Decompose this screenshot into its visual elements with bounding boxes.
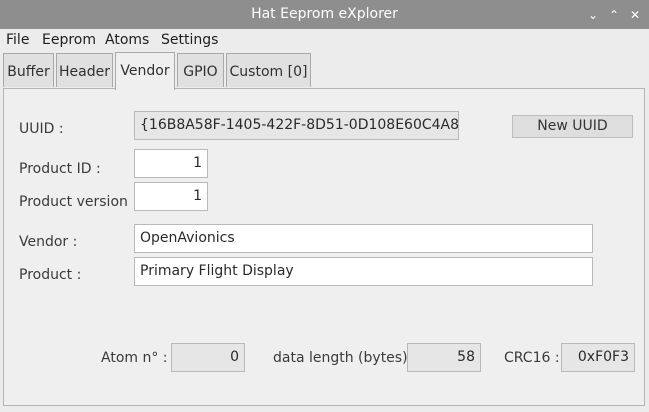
menu-bar: File Eeprom Atoms Settings — [0, 29, 649, 52]
atom-number-label: Atom n° : — [101, 350, 168, 366]
vendor-field[interactable]: OpenAvionics — [134, 224, 593, 253]
vendor-panel: UUID : {16B8A58F-1405-422F-8D51-0D108E60… — [3, 88, 645, 406]
uuid-field[interactable]: {16B8A58F-1405-422F-8D51-0D108E60C4A8} — [134, 111, 459, 140]
menu-settings[interactable]: Settings — [161, 32, 218, 48]
tab-custom[interactable]: Custom [0] — [226, 53, 311, 87]
crc16-field: 0xF0F3 — [561, 343, 635, 372]
product-field[interactable]: Primary Flight Display — [134, 257, 593, 286]
data-length-field: 58 — [407, 343, 481, 372]
tab-header[interactable]: Header — [56, 53, 113, 87]
atom-number-field: 0 — [171, 343, 245, 372]
menu-atoms[interactable]: Atoms — [105, 32, 149, 48]
tab-vendor[interactable]: Vendor — [115, 52, 175, 90]
menu-file[interactable]: File — [6, 32, 29, 48]
new-uuid-button[interactable]: New UUID — [512, 115, 633, 138]
minimize-icon[interactable]: ⌄ — [584, 6, 602, 24]
product-version-label: Product version : — [19, 194, 138, 210]
product-id-label: Product ID : — [19, 161, 101, 177]
product-version-field[interactable]: 1 — [134, 182, 208, 211]
product-label: Product : — [19, 267, 82, 283]
close-icon[interactable]: ✕ — [626, 6, 644, 24]
vendor-label: Vendor : — [19, 234, 78, 250]
window-titlebar[interactable]: Hat Eeprom eXplorer ⌄ ⌃ ✕ — [0, 0, 649, 29]
maximize-icon[interactable]: ⌃ — [605, 6, 623, 24]
product-id-field[interactable]: 1 — [134, 149, 208, 178]
tab-gpio[interactable]: GPIO — [177, 53, 224, 87]
crc16-label: CRC16 : — [504, 350, 560, 366]
uuid-label: UUID : — [19, 121, 64, 137]
window-title: Hat Eeprom eXplorer — [251, 6, 398, 22]
tab-buffer[interactable]: Buffer — [3, 53, 54, 87]
data-length-label: data length (bytes) : — [273, 350, 417, 366]
menu-eeprom[interactable]: Eeprom — [42, 32, 96, 48]
